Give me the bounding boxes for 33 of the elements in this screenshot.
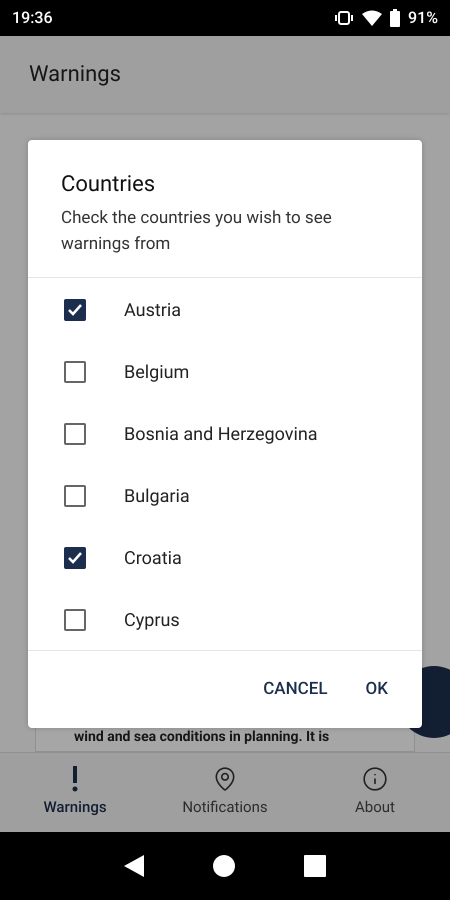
nav-tab[interactable]: Notifications	[150, 753, 300, 832]
battery-icon	[390, 9, 400, 27]
vibrate-icon	[334, 11, 354, 25]
nav-tab[interactable]: Warnings	[0, 753, 150, 832]
card-text: wind and sea conditions in planning. It is	[74, 728, 330, 747]
country-label[interactable]: Bulgaria	[124, 482, 190, 510]
dialog-button[interactable]: OK	[352, 668, 402, 710]
dialog-message: Check the countries you wish to see warnings from	[61, 207, 333, 256]
wifi-icon	[362, 10, 382, 26]
checkbox[interactable]	[64, 299, 86, 321]
status-time: 19:36	[12, 7, 53, 29]
country-label[interactable]: Bosnia and Herzegovina	[124, 420, 318, 448]
nav-tab[interactable]: About	[300, 753, 450, 832]
checkbox[interactable]	[64, 609, 86, 631]
checkbox[interactable]	[64, 485, 86, 507]
country-label[interactable]: Cyprus	[124, 606, 180, 634]
recents-icon[interactable]	[304, 855, 326, 877]
exclamation-icon	[71, 766, 79, 792]
dialog-title: Countries	[61, 171, 156, 199]
back-icon[interactable]	[124, 855, 144, 877]
checkbox[interactable]	[64, 361, 86, 383]
info-icon	[362, 766, 388, 792]
check-icon	[67, 550, 83, 566]
country-label[interactable]: Croatia	[124, 544, 182, 572]
country-label[interactable]: Austria	[124, 296, 182, 324]
check-icon	[67, 302, 83, 318]
checkbox[interactable]	[64, 547, 86, 569]
dialog-button[interactable]: CANCEL	[249, 668, 342, 710]
battery-percentage: 91%	[408, 7, 438, 29]
app-bar-title: Warnings	[29, 61, 121, 89]
checkbox[interactable]	[64, 423, 86, 445]
country-label[interactable]: Belgium	[124, 358, 190, 386]
home-icon[interactable]	[212, 855, 235, 877]
